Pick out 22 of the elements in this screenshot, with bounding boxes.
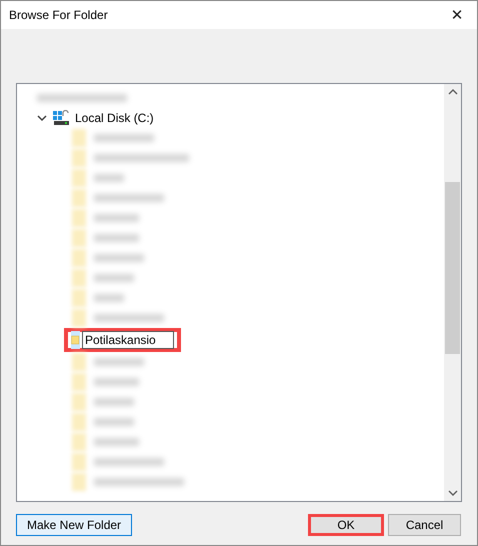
drive-icon: [53, 110, 69, 126]
blurred-row: [72, 249, 144, 267]
folder-name-field[interactable]: Potilaskansio: [82, 331, 174, 349]
blurred-row: [72, 373, 139, 391]
blurred-row: [72, 353, 144, 371]
chevron-icon[interactable]: [37, 113, 47, 123]
blurred-row: [72, 289, 124, 307]
close-button[interactable]: ✕: [437, 1, 477, 29]
folder-icon: [71, 331, 80, 349]
blurred-row: [72, 433, 139, 451]
scrollbar[interactable]: [444, 84, 461, 501]
window-title: Browse For Folder: [9, 8, 108, 22]
new-folder-button[interactable]: Make New Folder: [16, 514, 132, 536]
blurred-row: [72, 413, 134, 431]
ok-button[interactable]: OK: [308, 514, 384, 536]
blurred-row: [72, 393, 134, 411]
cancel-button[interactable]: Cancel: [388, 514, 461, 536]
blurred-row: [72, 229, 139, 247]
blurred-row: [72, 209, 139, 227]
blurred-row: [72, 169, 124, 187]
tree-item[interactable]: Local Disk (C:): [75, 111, 154, 125]
blurred-row: [72, 269, 134, 287]
